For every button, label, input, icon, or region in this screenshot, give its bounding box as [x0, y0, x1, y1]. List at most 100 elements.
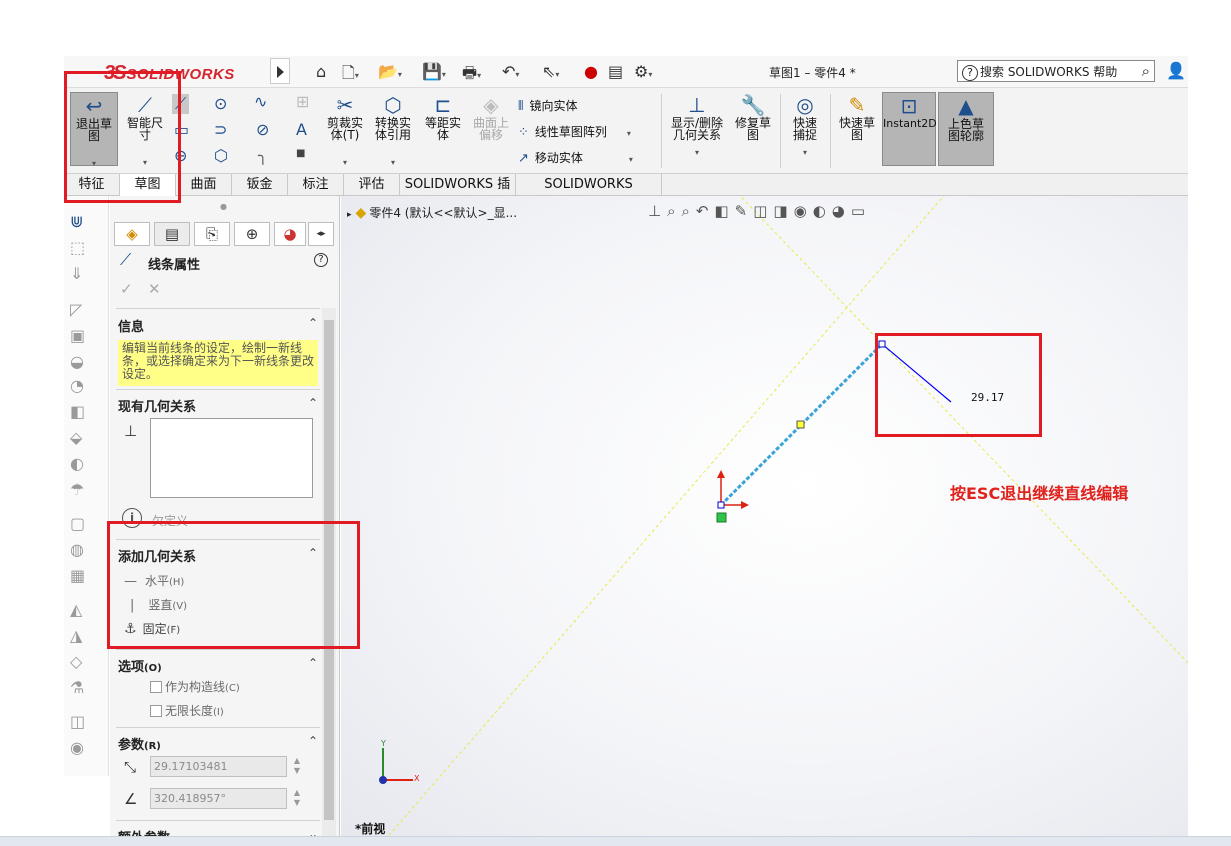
shell-icon[interactable]: ☂: [70, 480, 84, 499]
rebuild-icon[interactable]: ●: [584, 62, 598, 81]
angle-field[interactable]: 320.418957°: [150, 788, 287, 809]
offset-on-surface-button[interactable]: ◈ 曲面上偏移: [468, 92, 514, 166]
repair-sketch-button[interactable]: 🔧 修复草图: [730, 92, 776, 166]
print-icon[interactable]: 🖶▾: [462, 62, 481, 89]
instant3d-icon[interactable]: ◇: [70, 652, 82, 671]
offset-entities-button[interactable]: ⊏ 等距实体: [418, 92, 468, 166]
slot-tool-icon[interactable]: ⊃: [214, 120, 227, 139]
feature-tree-flyout[interactable]: ▸ ◆ 零件4 (默认<<默认>_显...: [347, 204, 517, 221]
length-field[interactable]: 29.17103481: [150, 756, 287, 777]
mirror-entities-button[interactable]: ⫴ 镜向实体: [518, 97, 577, 114]
undo-icon[interactable]: ↶▾: [502, 62, 519, 81]
start-point[interactable]: [717, 501, 725, 509]
rapid-sketch-button[interactable]: ✎ 快速草图: [834, 92, 880, 166]
mirror-feature-icon[interactable]: ▦: [70, 566, 85, 585]
zoom-area-icon[interactable]: ⌕: [681, 202, 695, 220]
convert-entities-button[interactable]: ⬡ 转换实体引用 ▾: [370, 92, 416, 167]
open-icon[interactable]: 📂▾: [378, 62, 402, 81]
sweep-icon[interactable]: ◸: [70, 300, 82, 319]
point-tool-icon[interactable]: ■: [296, 148, 305, 159]
dimxpert-tab[interactable]: ⊕: [234, 222, 270, 246]
parameters-section-header[interactable]: 参数(R) ⌃: [118, 734, 318, 753]
view-orientation-menu-icon[interactable]: ◫: [753, 202, 773, 220]
edit-appearance-icon[interactable]: ◐: [813, 202, 832, 220]
help-search-input[interactable]: ? 搜索 SOLIDWORKS 帮助 ⌕: [957, 60, 1155, 82]
loft-icon[interactable]: ▣: [70, 326, 85, 345]
chamfer-icon[interactable]: ◧: [70, 402, 85, 421]
display-style-icon[interactable]: ◨: [773, 202, 793, 220]
expand-arrow-icon[interactable]: ▸: [347, 210, 352, 220]
existing-relations-list[interactable]: [150, 418, 313, 498]
property-manager-tab[interactable]: ▤: [154, 222, 190, 246]
info-section-header[interactable]: 信息 ⌃: [118, 316, 318, 335]
magnet-icon[interactable]: ⋓: [70, 212, 83, 231]
view-settings-icon[interactable]: ▭: [851, 202, 871, 220]
hexagon-icon[interactable]: ⬡: [214, 146, 228, 165]
drag-handle[interactable]: ●: [220, 202, 227, 211]
linear-pattern-button[interactable]: ⁘ 线性草图阵列 ▾: [518, 123, 631, 140]
wrap-icon[interactable]: ▢: [70, 514, 85, 533]
expand-menu-arrow[interactable]: [270, 58, 290, 84]
tab-scroll-arrows[interactable]: ◂▸: [308, 222, 334, 246]
feature-manager-tab[interactable]: ◈: [114, 222, 150, 246]
infinite-length-checkbox[interactable]: 无限长度(I): [150, 702, 224, 719]
options-section-header[interactable]: 选项(O) ⌃: [118, 656, 318, 675]
cancel-button[interactable]: ✕: [148, 280, 161, 298]
extrude-icon[interactable]: ⬚: [70, 238, 85, 257]
instant2d-button[interactable]: ⊡ Instant2D: [882, 92, 937, 166]
collapse-icon[interactable]: ⌃: [308, 396, 318, 410]
section-view-icon[interactable]: ◧: [714, 202, 734, 220]
collapse-icon[interactable]: ⌃: [308, 316, 318, 330]
options-icon[interactable]: ⚙▾: [634, 62, 652, 81]
revolve-icon[interactable]: ⇓: [70, 264, 83, 283]
helix-icon[interactable]: ⚗: [70, 678, 84, 697]
help-icon[interactable]: ?: [314, 253, 328, 267]
apply-scene-icon[interactable]: ◕: [832, 202, 851, 220]
save-icon[interactable]: 💾▾: [422, 62, 446, 81]
view-orientation-icon[interactable]: ⊥: [648, 202, 667, 220]
polygon-tool-icon[interactable]: ⊘: [256, 120, 269, 139]
tab-sheet-metal[interactable]: 钣金: [232, 174, 288, 196]
collapse-icon[interactable]: ⌃: [308, 656, 318, 670]
home-icon[interactable]: ⌂: [316, 62, 326, 81]
select-icon[interactable]: ⇖▾: [542, 62, 559, 81]
intersect-icon[interactable]: ◍: [70, 540, 84, 559]
midpoint-handle[interactable]: [796, 420, 805, 429]
tab-inspection[interactable]: SOLIDWORKS Inspection: [516, 174, 662, 213]
search-icon[interactable]: ⌕: [1142, 62, 1150, 80]
text-tool-icon[interactable]: A: [296, 120, 307, 139]
circle-tool-icon[interactable]: ⊙: [214, 94, 227, 113]
tab-evaluate[interactable]: 评估: [344, 174, 400, 196]
reference-geometry-icon[interactable]: ◭: [70, 600, 82, 619]
tab-surfaces[interactable]: 曲面: [176, 174, 232, 196]
file-properties-icon[interactable]: ▤: [608, 62, 623, 81]
move-entities-button[interactable]: ↗ 移动实体 ▾: [518, 149, 633, 166]
zoom-to-fit-icon[interactable]: ⌕: [667, 202, 681, 220]
rib-icon[interactable]: ⬙: [70, 428, 82, 447]
trim-entities-button[interactable]: ✂ 剪裁实体(T) ▾: [322, 92, 368, 167]
boundary-icon[interactable]: ◒: [70, 352, 84, 371]
construction-checkbox[interactable]: 作为构造线(C): [150, 678, 240, 695]
sketch-canvas[interactable]: [341, 196, 1188, 836]
fillet-icon[interactable]: ◔: [70, 376, 84, 395]
sphere-icon[interactable]: ◉: [70, 738, 84, 757]
collapse-icon[interactable]: ⌃: [308, 734, 318, 748]
previous-view-icon[interactable]: ↶: [696, 202, 715, 220]
display-relations-button[interactable]: ⊥ 显示/删除几何关系 ▾: [667, 92, 727, 166]
quick-snaps-button[interactable]: ◎ 快速捕捉 ▾: [782, 92, 828, 166]
curves-icon[interactable]: ◮: [70, 626, 82, 645]
existing-relations-header[interactable]: 现有几何关系 ⌃: [118, 396, 318, 415]
ok-button[interactable]: ✓: [120, 280, 133, 298]
hole-icon[interactable]: ◫: [70, 712, 85, 731]
length-spinner[interactable]: ▲ ▼: [290, 756, 304, 777]
angle-spinner[interactable]: ▲ ▼: [290, 788, 304, 809]
heads-up-view-toolbar[interactable]: ⊥⌕⌕↶◧✎◫◨◉◐◕▭: [648, 202, 871, 220]
configuration-manager-tab[interactable]: ⎘: [194, 222, 230, 246]
display-manager-tab[interactable]: ◕: [274, 222, 306, 246]
fillet-tool-icon[interactable]: ╮: [258, 146, 268, 165]
draft-icon[interactable]: ◐: [70, 454, 84, 473]
graphics-area[interactable]: Y X ▸ ◆ 零件4 (默认<<默认>_显... ⊥⌕⌕↶◧✎◫◨◉◐◕▭ 29.…: [341, 196, 1188, 836]
user-icon[interactable]: 👤: [1166, 61, 1186, 80]
tab-markup[interactable]: 标注: [288, 174, 344, 196]
shaded-contours-button[interactable]: ▲ 上色草图轮廓: [938, 92, 994, 166]
